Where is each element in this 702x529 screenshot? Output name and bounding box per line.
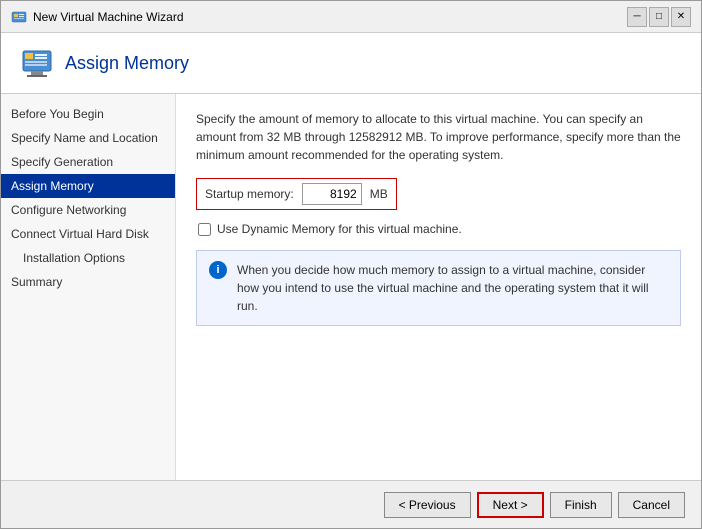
maximize-button[interactable]: □ (649, 7, 669, 27)
next-button[interactable]: Next > (477, 492, 544, 518)
sidebar-item-specify-generation[interactable]: Specify Generation (1, 150, 175, 174)
header-icon (21, 47, 53, 79)
sidebar-item-specify-name-location[interactable]: Specify Name and Location (1, 126, 175, 150)
window-icon (11, 9, 27, 25)
sidebar-item-connect-virtual-hard-disk[interactable]: Connect Virtual Hard Disk (1, 222, 175, 246)
title-controls: ─ □ ✕ (627, 7, 691, 27)
dynamic-memory-row: Use Dynamic Memory for this virtual mach… (198, 222, 681, 236)
info-box: i When you decide how much memory to ass… (196, 250, 681, 326)
sidebar-item-assign-memory[interactable]: Assign Memory (1, 174, 175, 198)
info-text: When you decide how much memory to assig… (237, 261, 668, 315)
memory-unit: MB (370, 187, 388, 201)
dynamic-memory-checkbox[interactable] (198, 223, 211, 236)
sidebar: Before You Begin Specify Name and Locati… (1, 94, 176, 480)
dynamic-memory-label[interactable]: Use Dynamic Memory for this virtual mach… (217, 222, 462, 236)
page-title: Assign Memory (65, 53, 189, 74)
info-icon: i (209, 261, 227, 279)
wizard-window: New Virtual Machine Wizard ─ □ ✕ Assign … (0, 0, 702, 529)
sidebar-item-installation-options[interactable]: Installation Options (1, 246, 175, 270)
memory-label: Startup memory: (205, 187, 294, 201)
previous-button[interactable]: < Previous (384, 492, 471, 518)
window-title: New Virtual Machine Wizard (33, 10, 184, 24)
header-section: Assign Memory (1, 33, 701, 94)
sidebar-item-before-you-begin[interactable]: Before You Begin (1, 102, 175, 126)
content-area: Before You Begin Specify Name and Locati… (1, 94, 701, 480)
description-text: Specify the amount of memory to allocate… (196, 110, 681, 164)
sidebar-item-configure-networking[interactable]: Configure Networking (1, 198, 175, 222)
sidebar-item-summary[interactable]: Summary (1, 270, 175, 294)
main-content: Specify the amount of memory to allocate… (176, 94, 701, 480)
memory-input[interactable] (302, 183, 362, 205)
close-button[interactable]: ✕ (671, 7, 691, 27)
minimize-button[interactable]: ─ (627, 7, 647, 27)
title-bar-left: New Virtual Machine Wizard (11, 9, 184, 25)
title-bar: New Virtual Machine Wizard ─ □ ✕ (1, 1, 701, 33)
footer: < Previous Next > Finish Cancel (1, 480, 701, 528)
memory-row: Startup memory: MB (196, 178, 397, 210)
cancel-button[interactable]: Cancel (618, 492, 685, 518)
finish-button[interactable]: Finish (550, 492, 612, 518)
